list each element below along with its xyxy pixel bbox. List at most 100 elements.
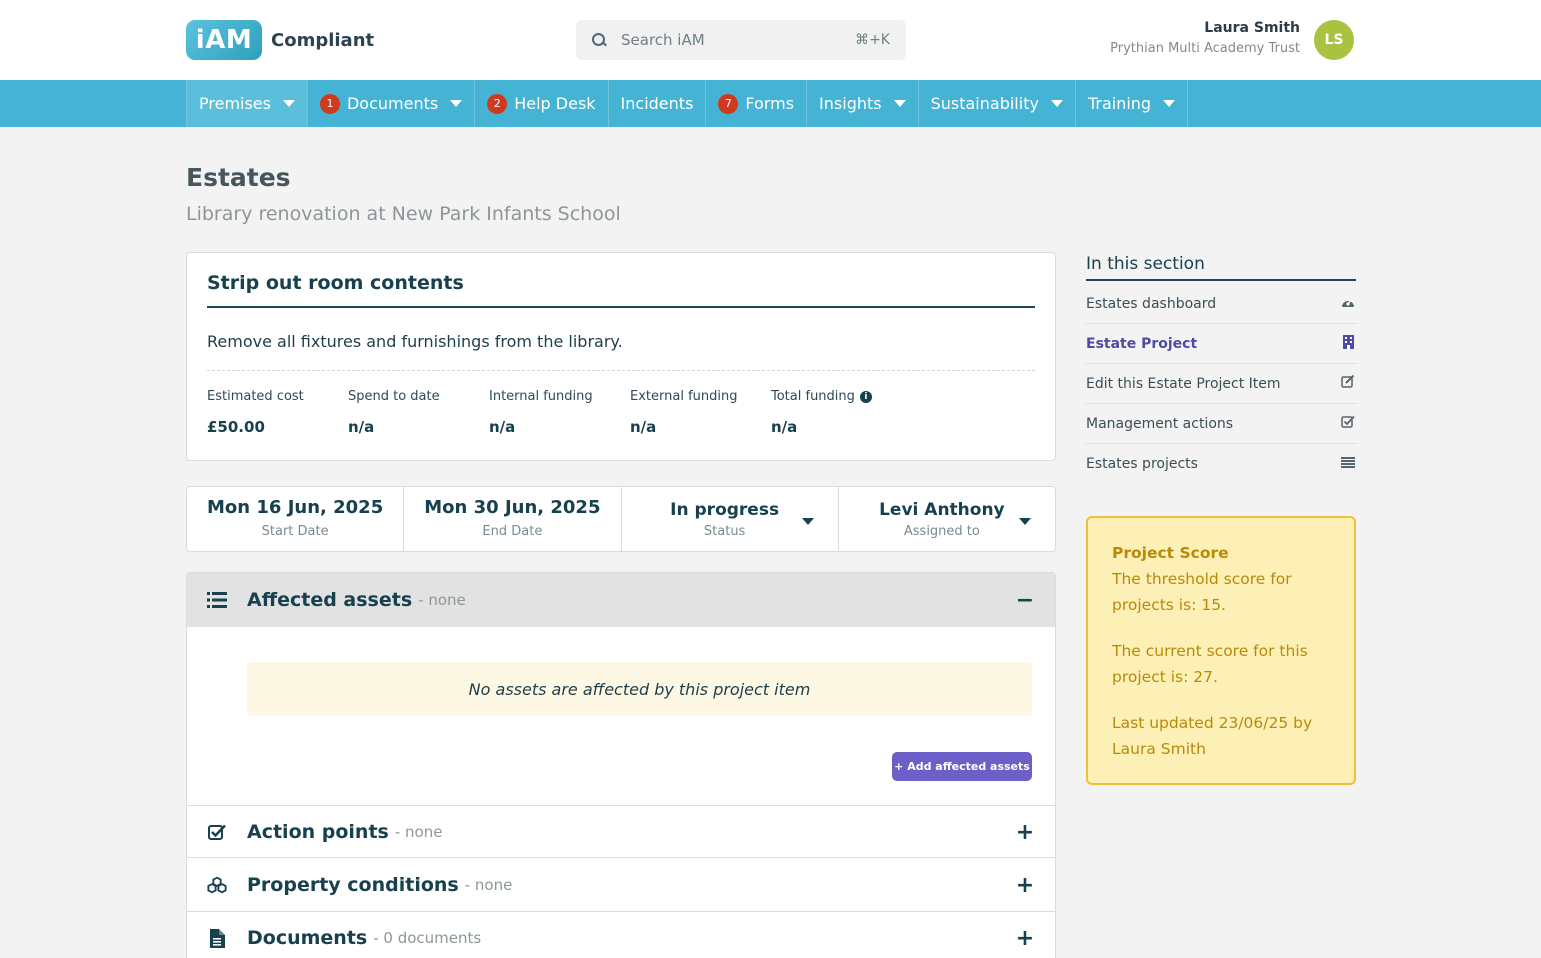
section-title: Property conditions	[247, 874, 459, 896]
notification-badge: 7	[718, 93, 739, 114]
financial-external-funding: External funding n/a	[630, 389, 770, 436]
nav-item-premises[interactable]: Premises	[187, 80, 308, 127]
chevron-down-icon	[1050, 100, 1063, 107]
chevron-down-icon	[801, 518, 814, 525]
global-search[interactable]: ⌘+K	[576, 20, 906, 60]
chevron-down-icon	[450, 100, 463, 107]
page-title: Estates	[186, 163, 291, 192]
item-title: Strip out room contents	[207, 272, 464, 294]
end-date-label: End Date	[482, 524, 543, 539]
info-icon[interactable]: i	[859, 390, 872, 403]
user-info[interactable]: Laura Smith Prythian Multi Academy Trust	[1110, 20, 1300, 56]
nav-item-help-desk[interactable]: 2 Help Desk	[475, 80, 609, 127]
score-updated: Last updated 23/06/25 by Laura Smith	[1112, 714, 1313, 758]
edit-icon	[1340, 374, 1356, 392]
start-date[interactable]: Mon 16 Jun, 2025 Start Date	[187, 487, 405, 551]
expand-icon[interactable]: +	[1015, 873, 1035, 898]
action-points-header[interactable]: Action points - none +	[187, 806, 1055, 858]
documents-panel: Documents - 0 documents +	[186, 911, 1056, 958]
action-points-panel: Action points - none +	[186, 805, 1056, 858]
top-header: iAM Compliant ⌘+K Laura Smith Prythian M…	[0, 0, 1541, 80]
checkbox-icon	[207, 822, 227, 842]
logo-mark: iAM	[186, 20, 262, 60]
nav-item-incidents[interactable]: Incidents	[609, 80, 707, 127]
logo-text: Compliant	[271, 29, 375, 51]
search-icon	[592, 32, 607, 48]
nav-label: Incidents	[620, 94, 694, 113]
start-date-value: Mon 16 Jun, 2025	[207, 497, 384, 518]
chevron-down-icon	[893, 100, 906, 107]
empty-assets-message: No assets are affected by this project i…	[247, 662, 1032, 716]
sidebar-item-label: Management actions	[1086, 415, 1234, 432]
nav-item-sustainability[interactable]: Sustainability	[919, 80, 1076, 127]
main-nav: Premises 1 Documents 2 Help Desk Inciden…	[0, 80, 1541, 127]
title-divider	[207, 306, 1035, 308]
notification-badge: 2	[487, 93, 508, 114]
financial-label: Spend to date	[348, 389, 440, 404]
sidebar-item-management-actions[interactable]: Management actions	[1086, 404, 1356, 444]
sidebar-item-edit-project-item[interactable]: Edit this Estate Project Item	[1086, 364, 1356, 404]
nav-item-training[interactable]: Training	[1076, 80, 1189, 127]
add-affected-assets-button[interactable]: + Add affected assets	[892, 752, 1032, 781]
financial-spend-to-date: Spend to date n/a	[348, 389, 488, 436]
nav-label: Help Desk	[514, 94, 596, 113]
section-count: - none	[464, 876, 513, 894]
avatar[interactable]: LS	[1314, 20, 1354, 60]
financial-value: £50.00	[207, 418, 265, 436]
assigned-value: Levi Anthony	[879, 500, 1005, 520]
financial-value: n/a	[630, 418, 657, 436]
financial-label: Internal funding	[489, 389, 593, 404]
nav-label: Training	[1087, 94, 1152, 113]
financial-value: n/a	[771, 418, 798, 436]
sidebar-item-estates-projects[interactable]: Estates projects	[1086, 444, 1356, 484]
expand-icon[interactable]: +	[1015, 926, 1035, 951]
financial-label: Total funding	[771, 389, 855, 404]
app-logo[interactable]: iAM Compliant	[186, 20, 374, 60]
cubes-icon	[207, 875, 227, 895]
section-title: Documents	[247, 927, 368, 949]
documents-header[interactable]: Documents - 0 documents +	[187, 912, 1055, 958]
nav-label: Forms	[745, 94, 795, 113]
affected-assets-header[interactable]: Affected assets - none −	[187, 573, 1055, 627]
nav-label: Sustainability	[930, 94, 1039, 113]
dashboard-icon	[1340, 296, 1356, 312]
item-description: Remove all fixtures and furnishings from…	[207, 332, 623, 351]
section-count: - none	[394, 823, 443, 841]
expand-icon[interactable]: +	[1015, 820, 1035, 845]
financial-total-funding: Total funding i n/a	[771, 389, 911, 436]
nav-label: Premises	[199, 94, 271, 113]
nav-item-forms[interactable]: 7 Forms	[706, 80, 808, 127]
user-organisation: Prythian Multi Academy Trust	[1110, 41, 1300, 56]
financial-value: n/a	[489, 418, 516, 436]
assigned-label: Assigned to	[903, 524, 980, 539]
project-item-card: Strip out room contents Remove all fixtu…	[186, 252, 1056, 461]
sidebar-divider	[1086, 279, 1356, 281]
nav-item-insights[interactable]: Insights	[807, 80, 919, 127]
building-icon	[1340, 334, 1356, 353]
property-conditions-header[interactable]: Property conditions - none +	[187, 858, 1055, 912]
section-count: - 0 documents	[373, 929, 482, 947]
status-select[interactable]: In progress Status	[622, 487, 839, 551]
sidebar-title: In this section	[1086, 254, 1205, 274]
notification-badge: 1	[319, 93, 340, 114]
sidebar-item-estate-project[interactable]: Estate Project	[1086, 324, 1356, 364]
chevron-down-icon	[282, 100, 295, 107]
dashed-divider	[207, 370, 1035, 371]
nav-item-documents[interactable]: 1 Documents	[308, 80, 476, 127]
sidebar-item-estates-dashboard[interactable]: Estates dashboard	[1086, 284, 1356, 324]
sidebar-item-label: Edit this Estate Project Item	[1086, 375, 1281, 392]
end-date[interactable]: Mon 30 Jun, 2025 End Date	[404, 487, 622, 551]
checkbox-icon	[1340, 415, 1356, 432]
sidebar-item-label: Estates projects	[1086, 456, 1198, 472]
search-input[interactable]	[621, 31, 841, 49]
start-date-label: Start Date	[261, 524, 329, 539]
sidebar-item-label: Estates dashboard	[1086, 295, 1217, 312]
assigned-select[interactable]: Levi Anthony Assigned to	[839, 487, 1055, 551]
project-score-box: Project Score The threshold score for pr…	[1086, 516, 1356, 785]
chevron-down-icon	[1163, 100, 1176, 107]
user-name: Laura Smith	[1204, 20, 1300, 36]
nav-label: Insights	[819, 94, 882, 113]
financial-value: n/a	[348, 418, 375, 436]
collapse-icon[interactable]: −	[1015, 588, 1035, 613]
financial-label-row: Total funding i	[771, 389, 911, 404]
